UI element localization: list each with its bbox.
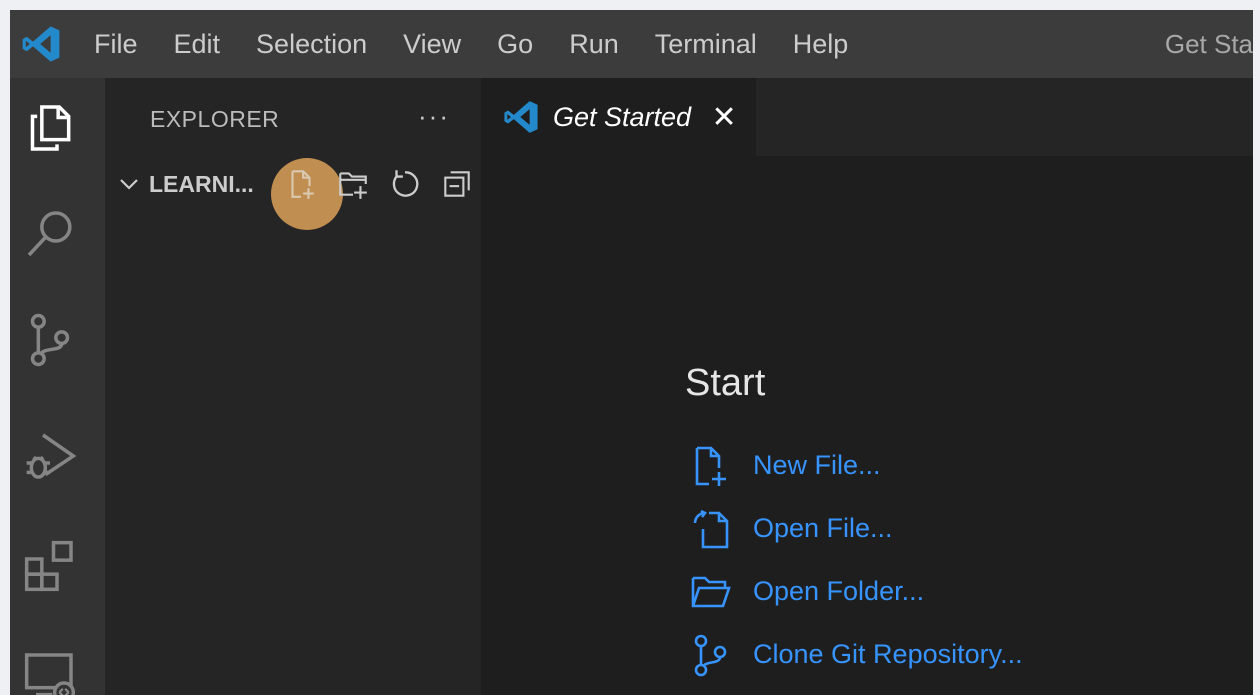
vscode-logo-icon bbox=[10, 10, 72, 78]
new-file-icon bbox=[689, 443, 735, 489]
title-bar: File Edit Selection View Go Run Terminal… bbox=[10, 10, 1253, 78]
explorer-icon[interactable] bbox=[10, 88, 90, 168]
new-file-label: New File... bbox=[753, 450, 881, 480]
vscode-window: File Edit Selection View Go Run Terminal… bbox=[10, 10, 1253, 695]
run-debug-icon[interactable] bbox=[10, 416, 90, 496]
new-folder-button[interactable] bbox=[327, 162, 379, 206]
menu-bar: File Edit Selection View Go Run Terminal… bbox=[72, 10, 866, 78]
workspace-folder-header[interactable]: LEARNI... bbox=[115, 164, 254, 204]
collapse-all-button[interactable] bbox=[431, 162, 483, 206]
menu-terminal[interactable]: Terminal bbox=[637, 10, 775, 78]
editor-tabs: Get Started ✕ bbox=[481, 78, 1253, 156]
source-control-icon[interactable] bbox=[10, 300, 90, 380]
tab-get-started[interactable]: Get Started ✕ bbox=[481, 78, 756, 156]
get-started-editor: Start New File... Open File... Open Fold… bbox=[481, 156, 1253, 695]
git-clone-icon bbox=[689, 632, 735, 678]
start-actions-list: New File... Open File... Open Folder... … bbox=[689, 434, 1023, 686]
activity-bar bbox=[10, 78, 105, 695]
open-folder-link[interactable]: Open Folder... bbox=[689, 560, 1023, 623]
explorer-title: EXPLORER bbox=[150, 106, 280, 132]
close-icon[interactable]: ✕ bbox=[709, 100, 739, 135]
folder-actions bbox=[275, 162, 483, 206]
open-file-link[interactable]: Open File... bbox=[689, 497, 1023, 560]
open-file-label: Open File... bbox=[753, 513, 893, 543]
menu-go[interactable]: Go bbox=[479, 10, 551, 78]
menu-selection[interactable]: Selection bbox=[238, 10, 385, 78]
open-folder-label: Open Folder... bbox=[753, 576, 925, 606]
menu-run[interactable]: Run bbox=[551, 10, 637, 78]
explorer-sidebar: EXPLORER ··· LEARNI... bbox=[105, 78, 481, 695]
workspace-folder-name: LEARNI... bbox=[149, 170, 254, 197]
clone-git-repository-label: Clone Git Repository... bbox=[753, 639, 1023, 669]
more-actions-button[interactable]: ··· bbox=[410, 96, 458, 136]
menu-help[interactable]: Help bbox=[775, 10, 867, 78]
extensions-icon[interactable] bbox=[10, 526, 90, 606]
vscode-logo-icon bbox=[503, 98, 541, 136]
menu-file[interactable]: File bbox=[72, 10, 156, 78]
refresh-button[interactable] bbox=[379, 162, 431, 206]
new-file-link[interactable]: New File... bbox=[689, 434, 1023, 497]
menu-edit[interactable]: Edit bbox=[156, 10, 239, 78]
window-title: Get Sta bbox=[1164, 28, 1253, 59]
new-file-button[interactable] bbox=[275, 162, 327, 206]
clone-git-repository-link[interactable]: Clone Git Repository... bbox=[689, 623, 1023, 686]
start-heading: Start bbox=[685, 362, 766, 404]
menu-view[interactable]: View bbox=[385, 10, 479, 78]
open-file-icon bbox=[689, 506, 735, 552]
open-folder-icon bbox=[689, 569, 735, 615]
chevron-down-icon bbox=[115, 170, 143, 198]
search-icon[interactable] bbox=[10, 194, 90, 274]
tab-label: Get Started bbox=[553, 101, 692, 132]
remote-explorer-icon[interactable] bbox=[10, 636, 90, 695]
